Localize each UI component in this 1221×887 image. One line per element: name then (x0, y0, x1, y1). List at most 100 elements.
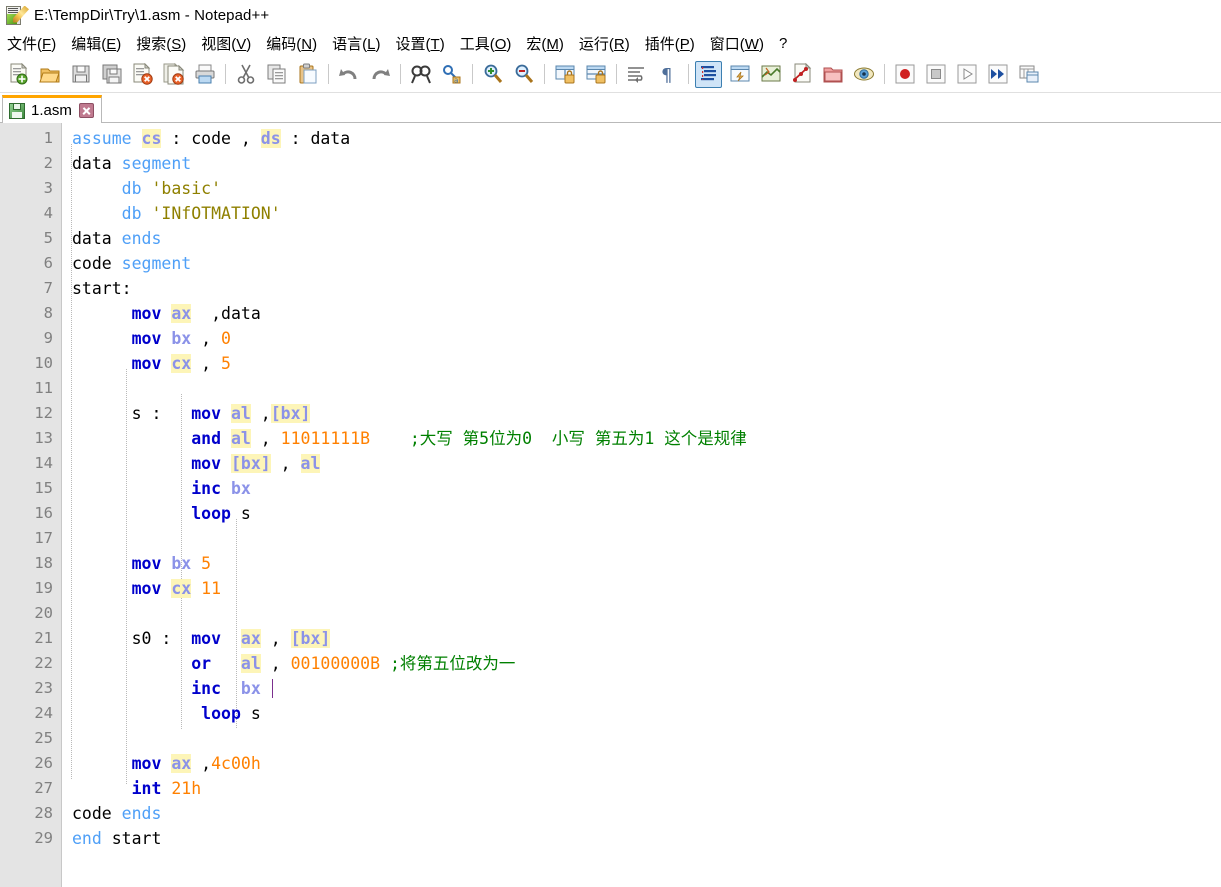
code-line[interactable] (62, 376, 1221, 401)
code-line[interactable]: inc bx (62, 676, 1221, 701)
user-defined-dialog-icon[interactable] (726, 61, 753, 88)
code-line[interactable]: mov cx , 5 (62, 351, 1221, 376)
code-token: ax (171, 754, 192, 773)
code-line[interactable]: code segment (62, 251, 1221, 276)
cut-icon[interactable] (232, 61, 259, 88)
menu-tools[interactable]: 工具(O) (460, 31, 519, 56)
menu-language[interactable]: 语言(L) (332, 31, 387, 56)
code-token: code (72, 804, 122, 823)
code-line[interactable]: mov ax ,data (62, 301, 1221, 326)
code-line[interactable]: mov [bx] , al (62, 451, 1221, 476)
menu-search[interactable]: 搜索(S) (136, 31, 193, 56)
stop-macro-icon[interactable] (922, 61, 949, 88)
redo-icon[interactable] (366, 61, 393, 88)
copy-icon[interactable] (263, 61, 290, 88)
show-all-chars-icon[interactable]: ¶ (654, 61, 681, 88)
paste-icon[interactable] (294, 61, 321, 88)
code-token: 0 (221, 329, 231, 348)
menu-help[interactable]: ? (779, 33, 794, 54)
notepad-plus-plus-icon (5, 5, 29, 27)
code-line[interactable] (62, 601, 1221, 626)
zoom-out-icon[interactable] (510, 61, 537, 88)
run-macro-multiple-icon[interactable] (984, 61, 1011, 88)
menu-encoding[interactable]: 编码(N) (266, 31, 324, 56)
close-icon[interactable] (78, 103, 94, 118)
line-number: 27 (34, 779, 53, 797)
play-macro-icon[interactable] (953, 61, 980, 88)
save-macro-icon[interactable] (1015, 61, 1042, 88)
monitoring-icon[interactable] (850, 61, 877, 88)
code-line[interactable]: assume cs : code , ds : data (62, 126, 1221, 151)
toolbar: a ¶ (0, 56, 1221, 93)
code-line[interactable]: db 'basic' (62, 176, 1221, 201)
replace-icon[interactable]: a (438, 61, 465, 88)
menu-view[interactable]: 视图(V) (201, 31, 258, 56)
new-file-icon[interactable] (5, 61, 32, 88)
menu-file[interactable]: 文件(F) (7, 31, 63, 56)
code-token: ;大写 第5位为0 小写 第五为1 这个是规律 (409, 429, 747, 448)
line-number: 10 (34, 354, 53, 372)
tab-1asm[interactable]: 1.asm (2, 95, 102, 123)
code-line[interactable]: db 'INfOTMATION' (62, 201, 1221, 226)
code-line[interactable]: or al , 00100000B ;将第五位改为一 (62, 651, 1221, 676)
code-line[interactable]: end start (62, 826, 1221, 851)
code-line[interactable]: loop s (62, 501, 1221, 526)
code-line[interactable]: code ends (62, 801, 1221, 826)
print-icon[interactable] (191, 61, 218, 88)
code-token: start: (72, 279, 132, 298)
close-file-icon[interactable] (129, 61, 156, 88)
code-line[interactable]: data segment (62, 151, 1221, 176)
code-line[interactable]: int 21h (62, 776, 1221, 801)
menu-plugins[interactable]: 插件(P) (645, 31, 702, 56)
code-token: , (270, 454, 301, 473)
sync-horizontal-icon[interactable] (582, 61, 609, 88)
menu-window[interactable]: 窗口(W) (710, 31, 771, 56)
menu-edit[interactable]: 编辑(E) (71, 31, 128, 56)
record-macro-icon[interactable] (891, 61, 918, 88)
notepad-plus-plus-window: E:\TempDir\Try\1.asm - Notepad++ 文件(F) 编辑… (0, 0, 1221, 887)
menu-settings[interactable]: 设置(T) (396, 31, 452, 56)
code-token: assume (72, 129, 142, 148)
find-icon[interactable] (407, 61, 434, 88)
folder-as-workspace-icon[interactable] (819, 61, 846, 88)
save-all-icon[interactable] (98, 61, 125, 88)
code-line[interactable]: loop s (62, 701, 1221, 726)
sync-vertical-icon[interactable] (551, 61, 578, 88)
code-view[interactable]: assume cs : code , ds : data data segment… (62, 123, 1221, 887)
save-icon[interactable] (67, 61, 94, 88)
function-list-icon[interactable] (788, 61, 815, 88)
open-file-icon[interactable] (36, 61, 63, 88)
code-line[interactable]: mov bx , 0 (62, 326, 1221, 351)
editor-area[interactable]: 1 2 3 4 5 6 7 8 9 10 11 12 13 14 15 16 17 18 19 20 21 22 23 24 2… (0, 123, 1221, 887)
undo-icon[interactable] (335, 61, 362, 88)
code-line[interactable]: inc bx (62, 476, 1221, 501)
code-line[interactable] (62, 726, 1221, 751)
close-all-files-icon[interactable] (160, 61, 187, 88)
code-token: 00100000B (290, 654, 380, 673)
menu-macro[interactable]: 宏(M) (526, 31, 571, 56)
code-token: and (191, 429, 222, 448)
code-line[interactable]: start: (62, 276, 1221, 301)
code-line[interactable]: s : mov al ,[bx] (62, 401, 1221, 426)
code-line[interactable]: mov ax ,4c00h (62, 751, 1221, 776)
code-line[interactable]: data ends (62, 226, 1221, 251)
code-token: bx (230, 479, 251, 498)
code-token: start (101, 829, 162, 848)
code-line[interactable]: s0 : mov ax , [bx] (62, 626, 1221, 651)
menu-run[interactable]: 运行(R) (579, 31, 637, 56)
code-line[interactable]: and al , 11011111B ;大写 第5位为0 小写 第五为1 这个是… (62, 426, 1221, 451)
indent-guide-icon[interactable] (695, 60, 722, 88)
zoom-in-icon[interactable] (479, 61, 506, 88)
code-line[interactable]: mov cx 11 (62, 576, 1221, 601)
code-line[interactable]: mov bx 5 (62, 551, 1221, 576)
code-line[interactable] (62, 526, 1221, 551)
word-wrap-icon[interactable] (623, 61, 650, 88)
document-map-icon[interactable] (757, 61, 784, 88)
